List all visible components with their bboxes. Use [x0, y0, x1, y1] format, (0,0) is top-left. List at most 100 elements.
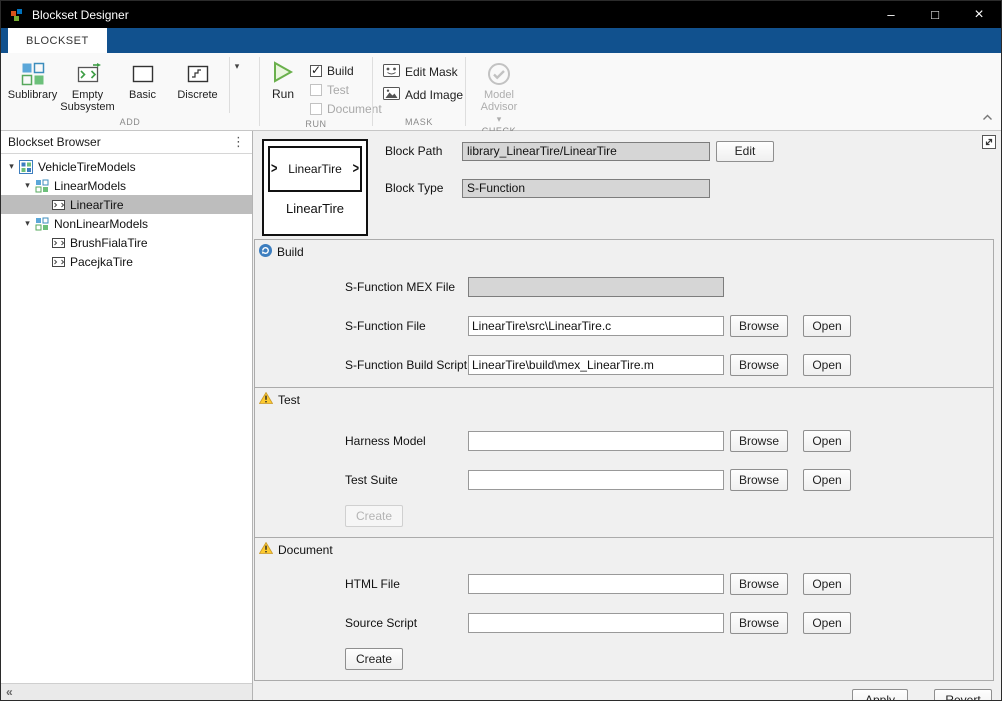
sublibrary-icon	[34, 178, 50, 193]
add-image-button[interactable]: Add Image	[383, 87, 463, 103]
warning-icon	[259, 392, 273, 407]
edit-mask-button[interactable]: Edit Mask	[383, 64, 463, 80]
block-type-row: Block Type S-Function	[385, 177, 774, 199]
model-advisor-icon	[486, 60, 512, 87]
revert-button[interactable]: Revert	[934, 689, 992, 701]
expand-arrow-icon[interactable]: ▾	[21, 180, 34, 191]
field-label: Source Script	[345, 616, 468, 630]
browser-footer: «	[1, 683, 252, 700]
open-button[interactable]: Open	[803, 573, 851, 595]
source-script-input[interactable]	[468, 613, 724, 633]
collapse-toolstrip-icon[interactable]	[982, 108, 993, 126]
section-label-mask: MASK	[373, 116, 465, 130]
run-button-label: Run	[272, 87, 294, 101]
block-meta-fields: Block Path library_LinearTire/LinearTire…	[385, 139, 774, 236]
browse-button[interactable]: Browse	[730, 573, 788, 595]
build-status-icon	[259, 244, 272, 260]
discrete-block-icon	[185, 60, 211, 87]
harness-model-input[interactable]	[468, 431, 724, 451]
tree-item-label: LinearModels	[54, 179, 126, 193]
mex-file-value	[468, 277, 724, 297]
maximize-button[interactable]: □	[913, 1, 957, 28]
add-gallery-dropdown[interactable]: ▾	[229, 57, 244, 113]
build-section: Build S-Function MEX File S-Function Fil…	[254, 239, 994, 388]
browse-button[interactable]: Browse	[730, 430, 788, 452]
minimize-button[interactable]: –	[869, 1, 913, 28]
browse-button[interactable]: Browse	[730, 469, 788, 491]
run-icon	[270, 59, 296, 85]
toolstrip-item-label: Empty Subsystem	[60, 89, 115, 113]
block-preview-caption: LinearTire	[286, 201, 344, 216]
window-controls: – □ ×	[869, 1, 1001, 28]
field-label: S-Function File	[345, 319, 468, 333]
build-script-input[interactable]	[468, 355, 724, 375]
tab-blockset[interactable]: BLOCKSET	[8, 28, 107, 53]
blockset-browser-panel: Blockset Browser ⋮ ▾ VehicleTireModels ▾	[1, 131, 253, 700]
tree-item-linearmodels[interactable]: ▾ LinearModels	[1, 176, 252, 195]
add-sublibrary-button[interactable]: Sublibrary	[5, 57, 60, 101]
open-button[interactable]: Open	[803, 315, 851, 337]
browse-button[interactable]: Browse	[730, 354, 788, 376]
browser-header: Blockset Browser ⋮	[1, 131, 252, 154]
build-checkbox-row[interactable]: Build	[310, 61, 382, 80]
open-button[interactable]: Open	[803, 354, 851, 376]
sfunction-file-input[interactable]	[468, 316, 724, 336]
block-preview-name: LinearTire	[277, 162, 352, 176]
mex-file-row: S-Function MEX File	[345, 275, 993, 299]
test-create-row: Create	[345, 505, 993, 527]
collapse-panel-icon[interactable]: «	[6, 687, 13, 697]
toolstrip-section-mask: Edit Mask Add Image MASK	[373, 53, 465, 130]
field-label: Test Suite	[345, 473, 468, 487]
checkbox-label: Test	[327, 83, 349, 97]
warning-icon	[259, 542, 273, 557]
block-icon	[50, 254, 66, 269]
browser-title: Blockset Browser	[8, 135, 101, 149]
browse-button[interactable]: Browse	[730, 315, 788, 337]
block-path-row: Block Path library_LinearTire/LinearTire…	[385, 140, 774, 162]
add-discrete-button[interactable]: Discrete	[170, 57, 225, 101]
add-basic-button[interactable]: Basic	[115, 57, 170, 101]
block-path-label: Block Path	[385, 144, 462, 158]
block-icon	[50, 197, 66, 212]
toolstrip-section-add: Sublibrary Empty Subsystem Basic	[1, 53, 259, 130]
add-image-icon	[383, 87, 400, 103]
expand-arrow-icon[interactable]: ▾	[21, 218, 34, 229]
title-bar: Blockset Designer – □ ×	[1, 1, 1001, 28]
toolstrip-tab-bar: BLOCKSET	[1, 28, 1001, 53]
html-file-input[interactable]	[468, 574, 724, 594]
browse-button[interactable]: Browse	[730, 612, 788, 634]
tree-item-brushfialatire[interactable]: BrushFialaTire	[1, 233, 252, 252]
tree-item-vehicletiremodels[interactable]: ▾ VehicleTireModels	[1, 157, 252, 176]
output-port-icon: >	[353, 161, 359, 177]
model-advisor-button: Model Advisor ▾	[469, 57, 529, 125]
block-preview-block: > LinearTire >	[268, 146, 362, 192]
block-header-area: > LinearTire > LinearTire Block Path lib…	[253, 131, 1001, 238]
blockset-designer-window: Blockset Designer – □ × BLOCKSET Sublibr…	[0, 0, 1002, 701]
tree-item-lineartire[interactable]: LinearTire	[1, 195, 252, 214]
tree-item-pacejkatire[interactable]: PacejkaTire	[1, 252, 252, 271]
source-script-row: Source Script Browse Open	[345, 611, 993, 635]
open-button[interactable]: Open	[803, 469, 851, 491]
create-document-button[interactable]: Create	[345, 648, 403, 670]
open-button[interactable]: Open	[803, 612, 851, 634]
tree-item-label: BrushFialaTire	[70, 236, 148, 250]
edit-block-path-button[interactable]: Edit	[716, 141, 774, 162]
undock-panel-icon[interactable]	[982, 135, 996, 154]
tree-item-nonlinearmodels[interactable]: ▾ NonLinearModels	[1, 214, 252, 233]
add-empty-subsystem-button[interactable]: Empty Subsystem	[60, 57, 115, 113]
test-suite-input[interactable]	[468, 470, 724, 490]
section-title: Build	[277, 245, 304, 259]
run-button[interactable]: Run	[260, 57, 304, 101]
test-suite-row: Test Suite Browse Open	[345, 468, 993, 492]
app-icon	[9, 7, 25, 23]
open-button[interactable]: Open	[803, 430, 851, 452]
apply-button[interactable]: Apply	[852, 689, 908, 701]
browser-menu-icon[interactable]: ⋮	[232, 134, 245, 150]
test-section: Test Harness Model Browse Open Test Suit…	[254, 387, 994, 538]
block-type-label: Block Type	[385, 181, 462, 195]
close-button[interactable]: ×	[957, 1, 1001, 28]
expand-arrow-icon[interactable]: ▾	[5, 161, 18, 172]
document-checkbox-row: Document	[310, 99, 382, 118]
sfunction-file-row: S-Function File Browse Open	[345, 314, 993, 338]
build-checkbox[interactable]	[310, 65, 322, 77]
